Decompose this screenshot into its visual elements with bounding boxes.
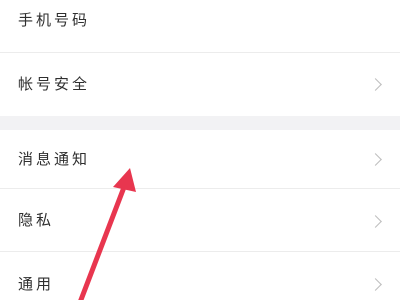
section-separator bbox=[0, 116, 400, 130]
settings-item-privacy[interactable]: 隐私 bbox=[0, 189, 400, 251]
chevron-right-icon bbox=[369, 215, 382, 228]
settings-item-label: 通用 bbox=[18, 275, 55, 293]
settings-item-account-security[interactable]: 帐号安全 bbox=[0, 53, 400, 116]
settings-item-label: 消息通知 bbox=[18, 150, 91, 168]
chevron-right-icon bbox=[369, 78, 382, 91]
settings-item-label: 隐私 bbox=[18, 211, 55, 229]
settings-item-general[interactable]: 通用 bbox=[0, 252, 400, 300]
chevron-right-icon bbox=[369, 153, 382, 166]
settings-item-message-notifications[interactable]: 消息通知 bbox=[0, 130, 400, 188]
settings-item-label: 帐号安全 bbox=[18, 75, 91, 93]
chevron-right-icon bbox=[369, 278, 382, 291]
settings-screen: 手机号码 帐号安全 消息通知 隐私 通用 bbox=[0, 0, 400, 300]
settings-item-phone-number[interactable]: 手机号码 bbox=[0, 0, 400, 52]
settings-item-label: 手机号码 bbox=[18, 11, 91, 29]
